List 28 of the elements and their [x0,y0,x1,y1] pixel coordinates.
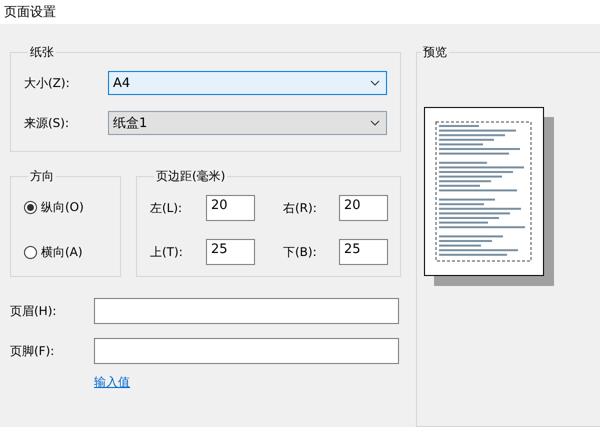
input-field[interactable]: 20 [206,195,255,221]
window-title: 页面设置 [4,4,56,21]
group-title: 预览 [422,44,448,61]
field-label: 下(B): [283,244,318,260]
radio-button[interactable] [24,201,37,214]
field-label: 页脚(F): [10,342,56,360]
field-label: 来源(S): [24,114,70,132]
field-label: 页眉(H): [10,302,58,320]
dropdown-caret-icon [370,80,380,86]
input-field[interactable] [94,338,399,364]
group-title: 页边距(毫米) [155,168,226,185]
input-field[interactable]: 25 [339,239,388,265]
field-label: 上(T): [150,244,184,260]
field-label: 左(L): [150,200,184,216]
dropdown[interactable]: A4 [108,71,387,95]
group-title: 方向 [29,168,55,185]
input-field[interactable] [94,298,399,324]
input-field[interactable]: 20 [339,195,388,221]
input-field[interactable]: 25 [206,239,255,265]
dropdown[interactable]: 纸盒1 [108,111,387,135]
radio-option[interactable]: 纵向(O) [24,199,107,216]
group-title: 纸张 [29,44,55,61]
field-label: 右(R): [283,200,318,216]
radio-option[interactable]: 横向(A) [24,244,107,261]
dropdown-caret-icon [370,120,380,126]
link[interactable]: 输入值 [94,374,130,391]
field-label: 大小(Z): [24,74,71,92]
radio-button[interactable] [24,246,37,259]
